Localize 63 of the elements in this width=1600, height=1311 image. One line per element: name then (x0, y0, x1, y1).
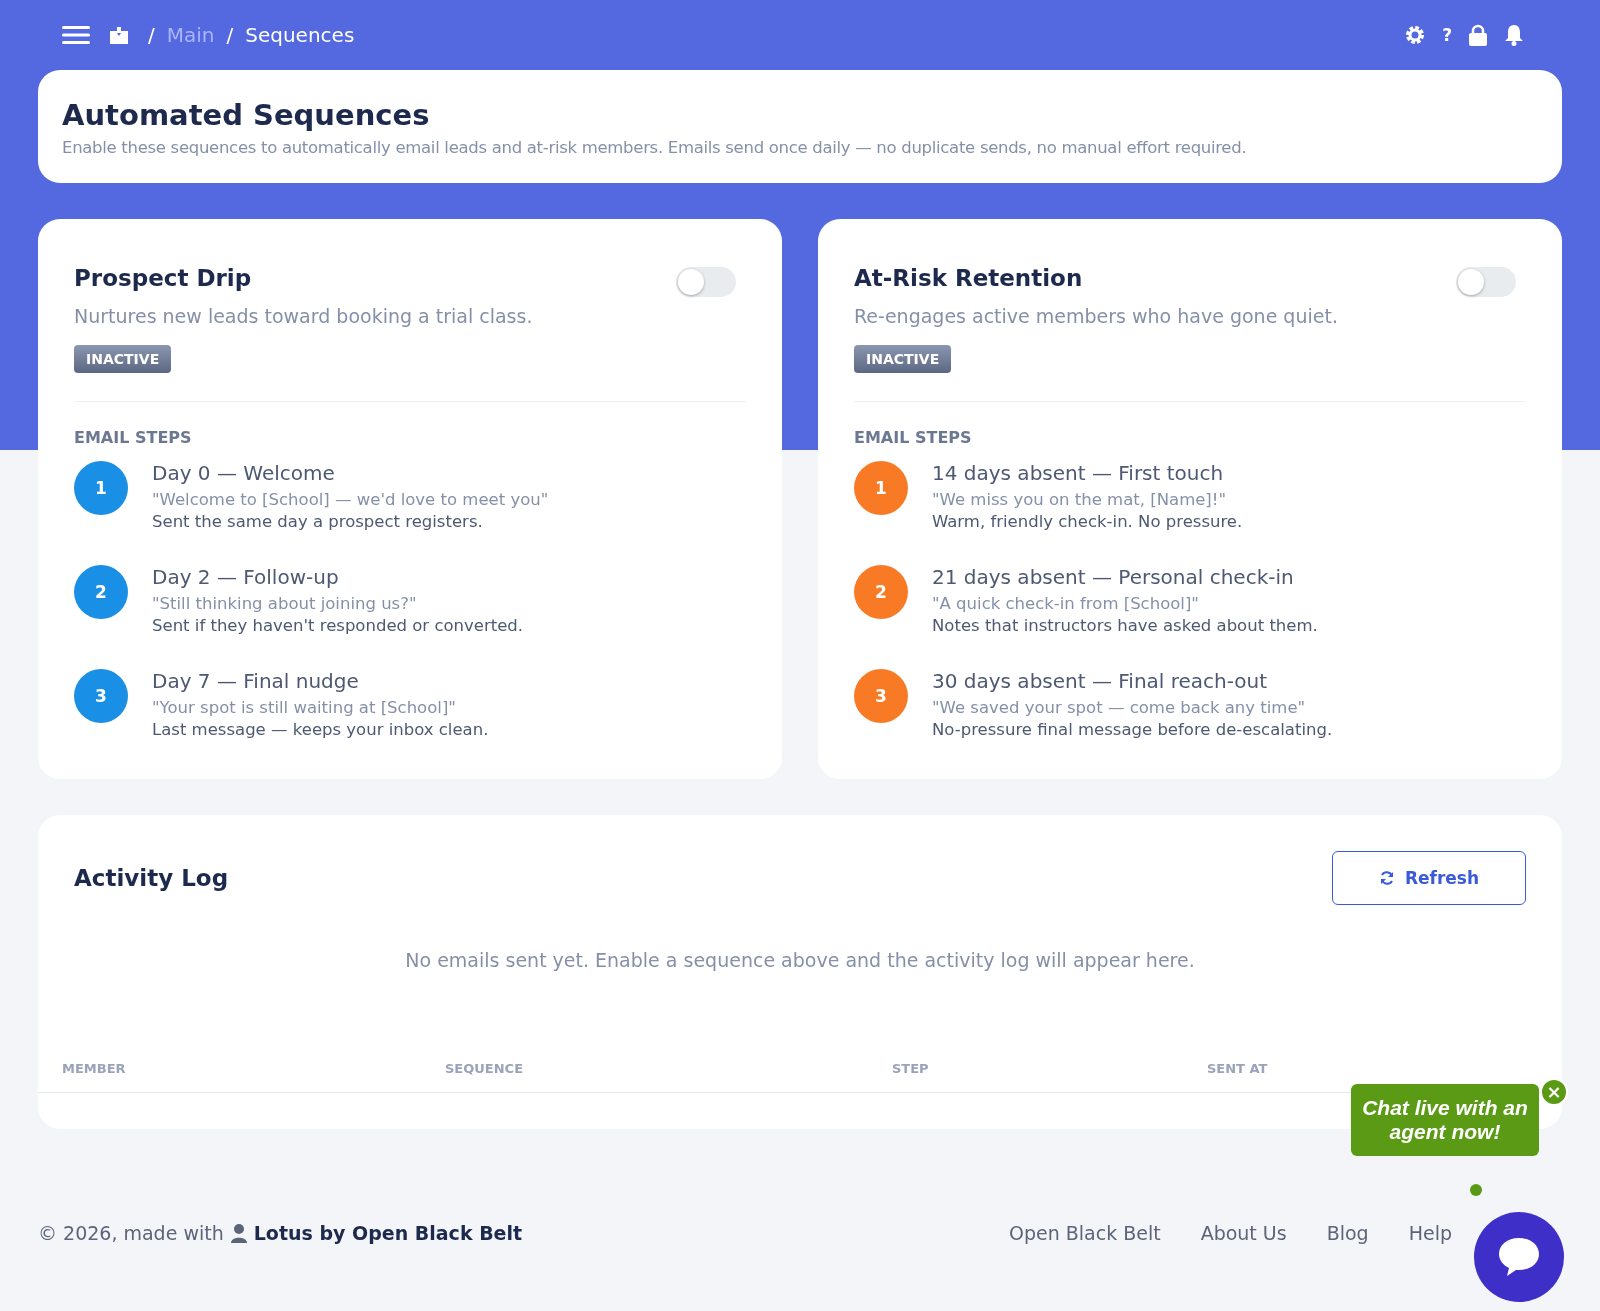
copyright-text: © 2026, made with (38, 1222, 224, 1244)
step-title: Day 2 — Follow-up (152, 565, 340, 589)
step-subject: "Still thinking about joining us?" (152, 594, 418, 613)
column-header: MEMBER (62, 1061, 127, 1076)
step-number: 3 (854, 669, 908, 723)
bell-icon[interactable] (1504, 24, 1524, 46)
step-subject: "A quick check-in from [School]" (932, 594, 1200, 613)
empty-message: No emails sent yet. Enable a sequence above and the activity log will appear here. (404, 949, 1196, 971)
step-title: Day 0 — Welcome (152, 461, 336, 485)
step-subject: "Your spot is still waiting at [School]" (152, 698, 457, 717)
breadcrumb-separator: / (148, 23, 155, 47)
chat-icon (1496, 1235, 1542, 1279)
person-icon (229, 1223, 248, 1243)
step-number: 1 (74, 461, 128, 515)
step-title: 14 days absent — First touch (932, 461, 1225, 485)
footer-link[interactable]: Open Black Belt (1008, 1222, 1161, 1244)
column-header: STEP (892, 1061, 930, 1076)
breadcrumb-link[interactable]: Sequences (245, 23, 355, 47)
menu-icon[interactable] (62, 25, 90, 45)
step-subject: "We miss you on the mat, [Name]!" (932, 490, 1227, 509)
step-subject: "We saved your spot — come back any time" (932, 698, 1307, 717)
step-number: 1 (854, 461, 908, 515)
chat-dot (1470, 1184, 1482, 1196)
toggle-switch[interactable] (676, 267, 736, 297)
step-note: Warm, friendly check-in. No pressure. (932, 512, 1243, 531)
step-note: Last message — keeps your inbox clean. (152, 720, 489, 739)
column-header: SEQUENCE (445, 1061, 525, 1076)
step-title: Day 7 — Final nudge (152, 669, 360, 693)
footer-link[interactable]: Help (1408, 1222, 1452, 1244)
step-title: 21 days absent — Personal check-in (932, 565, 1295, 589)
step-note: Sent the same day a prospect registers. (152, 512, 484, 531)
chat-bubble[interactable]: Chat live with an agent now! (1351, 1084, 1539, 1156)
step-note: No-pressure final message before de-escalating. (932, 720, 1333, 739)
section-title: Activity Log (74, 865, 229, 891)
status-badge: INACTIVE (854, 345, 952, 373)
close-button[interactable]: × (1540, 1078, 1568, 1106)
step-title: 30 days absent — Final reach-out (932, 669, 1269, 693)
breadcrumb-separator: / (226, 23, 234, 47)
sequence-description: Nurtures new leads toward booking a trial class. (74, 305, 533, 327)
section-label: EMAIL STEPS (854, 428, 973, 447)
section-label: EMAIL STEPS (74, 428, 193, 447)
page-title: Automated Sequences (62, 98, 431, 132)
step-note: Sent if they haven't responded or converted. (152, 616, 524, 635)
sequence-description: Re-engages active members who have gone quiet. (854, 305, 1338, 327)
refresh-button[interactable]: Refresh (1332, 851, 1526, 905)
sequence-title: Prospect Drip (74, 265, 253, 291)
refresh-icon (1378, 870, 1395, 886)
step-subject: "Welcome to [School] — we'd love to meet you" (152, 490, 549, 509)
status-badge: INACTIVE (74, 345, 172, 373)
toggle-switch[interactable] (1456, 267, 1516, 297)
lock-icon[interactable] (1468, 24, 1488, 46)
step-note: Notes that instructors have asked about them. (932, 616, 1318, 635)
brand-link[interactable]: Lotus by Open Black Belt (253, 1222, 523, 1244)
page-subtitle: Enable these sequences to automatically email leads and at-risk members. Emails send once daily — no duplicate sends, no manual effort required. (62, 138, 1248, 157)
sequence-title: At-Risk Retention (854, 265, 1084, 291)
step-number: 2 (74, 565, 128, 619)
settings-icon[interactable] (1404, 24, 1427, 46)
footer-link[interactable]: Blog (1326, 1222, 1369, 1244)
help-icon[interactable]: ? (1442, 25, 1452, 45)
step-number: 2 (854, 565, 908, 619)
column-header: SENT AT (1207, 1061, 1268, 1076)
step-number: 3 (74, 669, 128, 723)
footer-link[interactable]: About Us (1200, 1222, 1287, 1244)
